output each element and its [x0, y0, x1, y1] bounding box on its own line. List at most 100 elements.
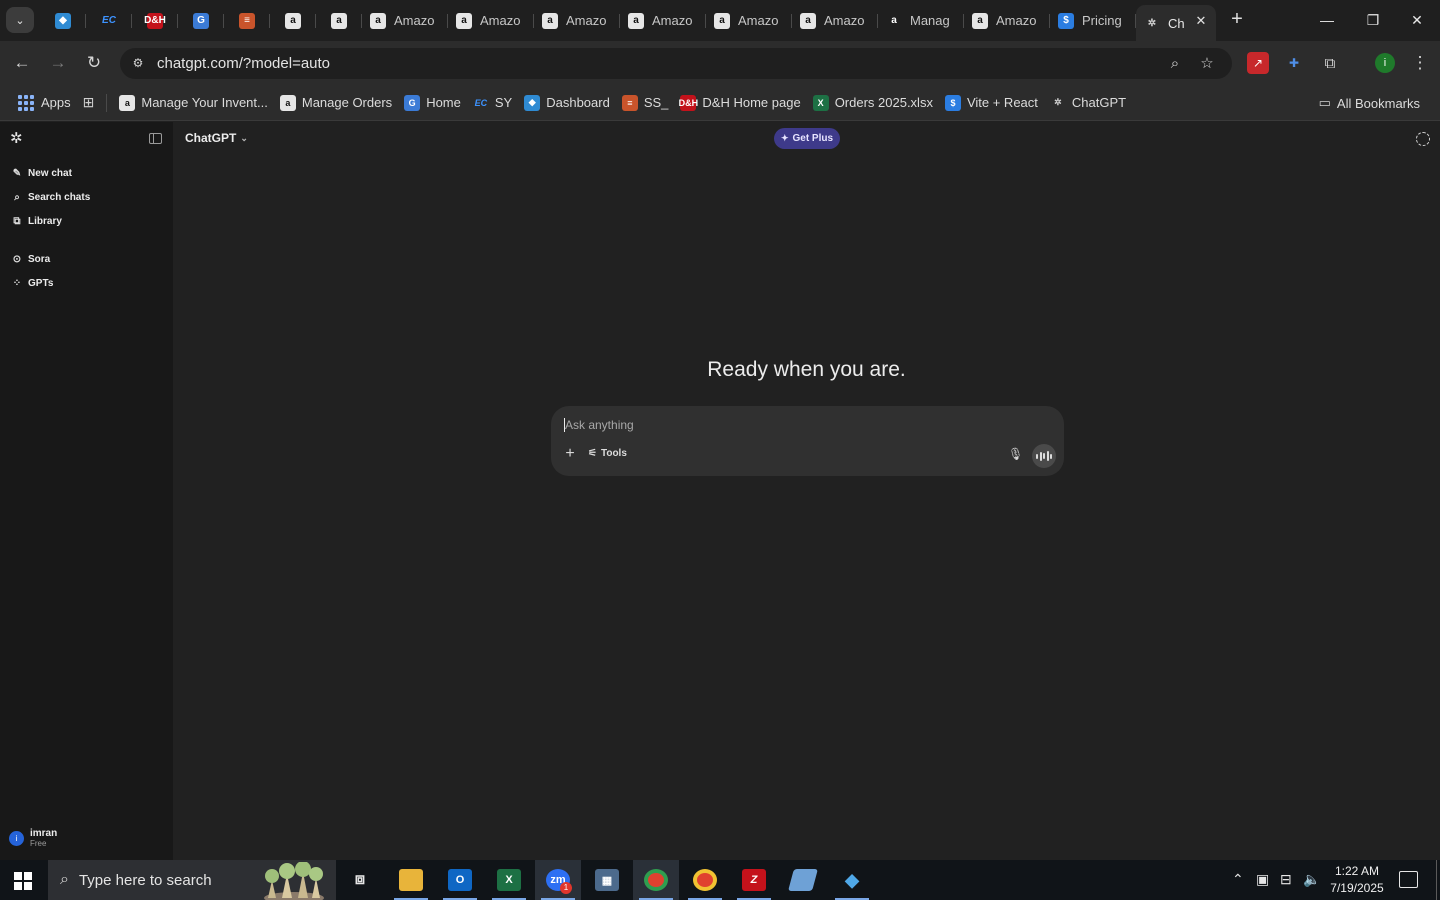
extensions-puzzle-icon[interactable]: ⧉ — [1319, 52, 1341, 74]
windows-start-icon[interactable] — [14, 872, 32, 890]
tab-amazon[interactable]: a Amazo — [534, 5, 620, 36]
sidebar-item-new-chat[interactable]: ✎ New chat — [11, 165, 72, 181]
tab-ec[interactable]: EC — [86, 5, 132, 36]
tab-amazon[interactable]: a Amazo — [792, 5, 878, 36]
extension-blue-icon[interactable]: ✚ — [1283, 52, 1305, 74]
temporary-chat-icon[interactable] — [1416, 132, 1430, 146]
restore-button[interactable]: ❐ — [1350, 0, 1396, 40]
show-hidden-icons-chevron-icon[interactable]: ⌃ — [1232, 871, 1244, 888]
bookmark-star-icon[interactable]: ☆ — [1197, 54, 1217, 74]
file-explorer-button[interactable] — [388, 860, 434, 900]
notification-center-icon[interactable] — [1399, 871, 1418, 888]
bookmark-apps[interactable]: Apps — [12, 89, 77, 117]
tab-diamond[interactable]: ◆ — [40, 5, 86, 36]
tab-amazon[interactable]: a Amazo — [964, 5, 1050, 36]
tab-google-doc[interactable]: G — [178, 5, 224, 36]
sidebar-item-library[interactable]: ⧉ Library — [11, 213, 61, 229]
notes-button[interactable] — [780, 860, 826, 900]
get-plus-button[interactable]: ✦ Get Plus — [774, 128, 840, 149]
waveform-icon — [1046, 451, 1049, 461]
model-selector[interactable]: ChatGPT ⌄ — [185, 131, 248, 145]
tab-amazon-manage[interactable]: a Manag — [878, 5, 964, 36]
tab-title: Amazo — [824, 13, 865, 28]
taskbar-search-placeholder: Type here to search — [78, 871, 212, 889]
reload-button[interactable]: ↻ — [83, 52, 105, 74]
zoom-button[interactable]: zm 1 — [535, 860, 581, 900]
chrome-profile-button[interactable] — [682, 860, 728, 900]
tab-search-button[interactable]: ⌄ — [6, 7, 34, 33]
extension-red-icon[interactable]: ↗ — [1247, 52, 1269, 74]
bookmark-dh-home[interactable]: D&H D&H Home page — [674, 89, 806, 117]
tab-groups-button[interactable]: ⊞ — [77, 89, 101, 117]
microphone-icon[interactable]: 🎙 — [1008, 447, 1023, 463]
bookmark-orders-xlsx[interactable]: X Orders 2025.xlsx — [807, 89, 939, 117]
amazon-icon: a — [542, 12, 558, 29]
tab-chatgpt-active[interactable]: ✲ Ch ✕ — [1136, 5, 1216, 41]
tab-amazon[interactable]: a Amazo — [706, 5, 792, 36]
sidebar-item-gpts[interactable]: ⁘ GPTs — [11, 275, 54, 291]
close-window-button[interactable]: ✕ — [1394, 0, 1440, 40]
tab-amazon[interactable]: a Amazo — [620, 5, 706, 36]
security-alert-icon[interactable]: ▣ — [1256, 871, 1269, 888]
network-icon[interactable]: ⊟ — [1280, 871, 1292, 888]
outlook-button[interactable]: O — [437, 860, 483, 900]
play-circle-icon: ⊙ — [12, 253, 22, 265]
calculator-button[interactable]: ▦ — [584, 860, 630, 900]
bookmark-manage-inventory[interactable]: a Manage Your Invent... — [113, 89, 273, 117]
bookmark-label: Manage Orders — [301, 95, 393, 110]
bookmark-dashboard[interactable]: ◆ Dashboard — [518, 89, 616, 117]
bookmark-vite-react[interactable]: $ Vite + React — [939, 89, 1044, 117]
filezilla-button[interactable]: Z — [731, 860, 777, 900]
tab-dh[interactable]: D&H — [132, 5, 178, 36]
filezilla-icon: Z — [742, 869, 766, 891]
bookmark-home[interactable]: G Home — [398, 89, 467, 117]
chrome-profile-icon — [693, 869, 717, 891]
tab-stack[interactable]: ≡ — [224, 5, 270, 36]
tab-amazon[interactable]: a Amazo — [448, 5, 534, 36]
tab-pricing[interactable]: $ Pricing — [1050, 5, 1136, 36]
chatgpt-icon: ✲ — [1147, 17, 1157, 29]
amazon-icon: a — [119, 94, 136, 111]
browser-menu-icon[interactable]: ⋮ — [1409, 52, 1431, 74]
ec-icon: EC — [474, 97, 488, 108]
voice-mode-button[interactable] — [1032, 444, 1056, 468]
address-bar[interactable]: ⚙ chatgpt.com/?model=auto ⌕ ☆ — [120, 48, 1232, 79]
task-view-button[interactable]: ⧈ — [337, 860, 383, 900]
chrome-button[interactable] — [633, 860, 679, 900]
tab-groups-icon: ⊞ — [82, 94, 95, 110]
sidebar-item-sora[interactable]: ⊙ Sora — [11, 251, 50, 267]
show-desktop-button[interactable] — [1436, 860, 1440, 900]
back-button[interactable]: ← — [11, 52, 33, 74]
new-tab-button[interactable]: + — [1226, 9, 1248, 31]
close-tab-icon[interactable]: ✕ — [1194, 14, 1208, 28]
chatgpt-logo-icon[interactable]: ✲ — [10, 131, 26, 147]
forward-button[interactable]: → — [47, 52, 69, 74]
zoom-icon[interactable]: ⌕ — [1165, 54, 1185, 74]
diamond-app-button[interactable]: ◆ — [829, 860, 875, 900]
profile-avatar[interactable]: i — [1375, 53, 1395, 73]
browser-tab-strip: ⌄ ◆ EC D&H G ≡ a a a Amazo a Amazo a Amazo … — [0, 0, 1440, 41]
tab-amazon[interactable]: a — [270, 5, 316, 36]
dh-icon: D&H — [679, 94, 698, 111]
tools-button[interactable]: ⚟ Tools — [588, 448, 627, 459]
all-bookmarks-button[interactable]: ▭ All Bookmarks — [1313, 89, 1426, 117]
bookmark-manage-orders[interactable]: a Manage Orders — [274, 89, 398, 117]
minimize-button[interactable]: — — [1304, 0, 1350, 40]
add-attachment-icon[interactable]: + — [562, 446, 578, 462]
excel-button[interactable]: X — [486, 860, 532, 900]
site-info-icon[interactable]: ⚙ — [130, 55, 146, 71]
system-clock[interactable]: 1:22 AM 7/19/2025 — [1324, 863, 1390, 897]
volume-icon[interactable]: 🔈 — [1303, 871, 1320, 888]
bookmark-chatgpt[interactable]: ✲ ChatGPT — [1044, 89, 1132, 117]
bookmark-label: D&H Home page — [702, 95, 801, 110]
sidebar-toggle-icon[interactable] — [149, 133, 162, 144]
user-account-button[interactable]: i imran Free — [9, 828, 57, 849]
tab-amazon[interactable]: a Amazo — [362, 5, 448, 36]
taskbar-search-box[interactable]: ⌕ Type here to search — [48, 860, 336, 900]
notes-icon — [788, 869, 818, 891]
tab-amazon[interactable]: a — [316, 5, 362, 36]
prompt-input[interactable] — [565, 415, 1005, 435]
bookmark-sy[interactable]: EC SY — [467, 89, 518, 117]
bookmark-ss[interactable]: ≡ SS_ — [616, 89, 675, 117]
sidebar-item-search-chats[interactable]: ⌕ Search chats — [11, 189, 90, 205]
